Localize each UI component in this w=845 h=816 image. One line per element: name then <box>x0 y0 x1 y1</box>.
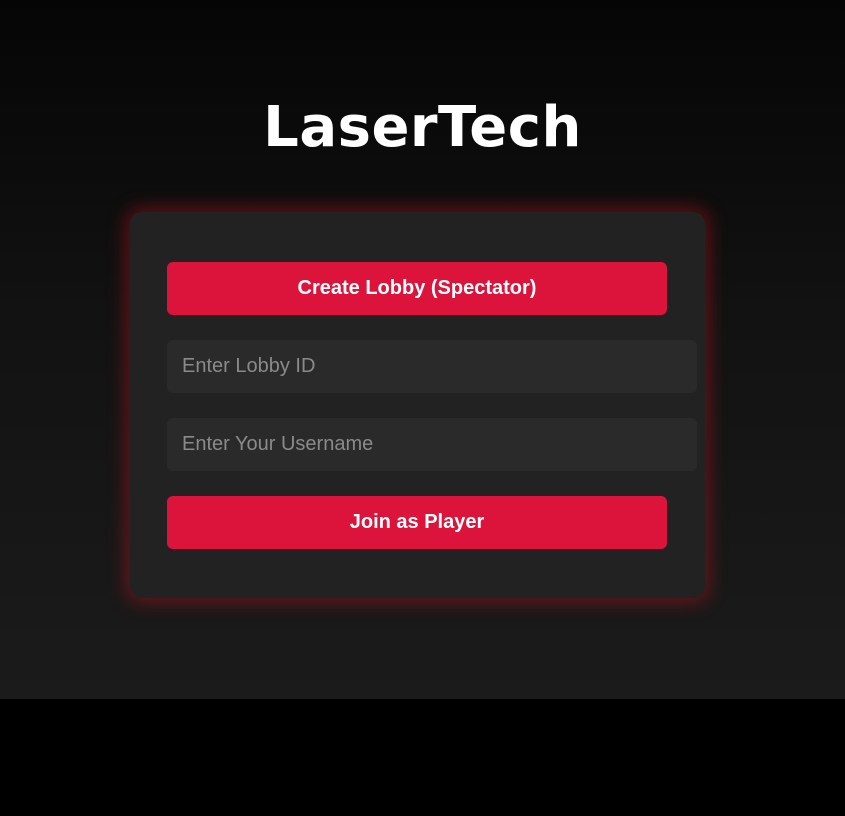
lobby-card: Create Lobby (Spectator) Join as Player <box>130 212 705 598</box>
app-title: LaserTech <box>263 95 582 160</box>
join-as-player-button[interactable]: Join as Player <box>167 496 667 549</box>
main-page: LaserTech Create Lobby (Spectator) Join … <box>0 0 845 699</box>
username-input[interactable] <box>167 418 697 471</box>
create-lobby-button[interactable]: Create Lobby (Spectator) <box>167 262 667 315</box>
lobby-id-input[interactable] <box>167 340 697 393</box>
